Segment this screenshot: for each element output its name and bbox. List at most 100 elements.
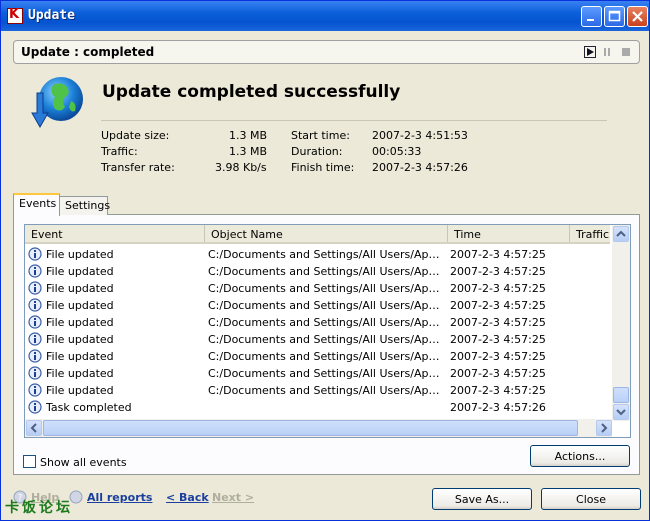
info-icon bbox=[28, 264, 42, 278]
events-list: Event Object Name Time Traffic File upda… bbox=[24, 224, 631, 438]
watermark-text: 卡饭论坛 bbox=[5, 500, 73, 516]
object-name-cell: C:/Documents and Settings/All Users/Appl… bbox=[208, 248, 446, 261]
show-all-events-checkbox[interactable] bbox=[23, 455, 36, 468]
back-link[interactable]: < Back bbox=[166, 491, 209, 504]
event-cell: File updated bbox=[46, 316, 114, 329]
time-cell: 2007-2-3 4:57:25 bbox=[450, 384, 546, 397]
column-header-object-name[interactable]: Object Name bbox=[205, 225, 448, 242]
actions-button[interactable]: Actions... bbox=[530, 445, 630, 467]
event-cell: File updated bbox=[46, 248, 114, 261]
table-row[interactable]: File updated C:/Documents and Settings/Al… bbox=[25, 365, 610, 382]
event-cell: File updated bbox=[46, 367, 114, 380]
title-bar[interactable]: K Update bbox=[1, 1, 649, 31]
table-row[interactable]: File updated C:/Documents and Settings/Al… bbox=[25, 348, 610, 365]
maximize-button[interactable] bbox=[604, 6, 625, 27]
duration-value: 00:05:33 bbox=[372, 145, 422, 158]
table-row[interactable]: File updated C:/Documents and Settings/Al… bbox=[25, 297, 610, 314]
time-cell: 2007-2-3 4:57:25 bbox=[450, 333, 546, 346]
object-name-cell: C:/Documents and Settings/All Users/Appl… bbox=[208, 316, 446, 329]
close-window-button[interactable] bbox=[627, 6, 648, 27]
traffic-label: Traffic: bbox=[101, 145, 138, 158]
info-icon bbox=[28, 383, 42, 397]
info-icon bbox=[28, 315, 42, 329]
table-row[interactable]: File updated C:/Documents and Settings/Al… bbox=[25, 331, 610, 348]
task-status-bar: Update : completed bbox=[13, 40, 640, 64]
pause-icon[interactable] bbox=[601, 46, 613, 58]
event-cell: File updated bbox=[46, 333, 114, 346]
table-row[interactable]: File updated C:/Documents and Settings/Al… bbox=[25, 382, 610, 399]
time-cell: 2007-2-3 4:57:25 bbox=[450, 265, 546, 278]
kaspersky-icon[interactable]: K bbox=[7, 7, 23, 24]
scroll-up-button[interactable] bbox=[613, 226, 629, 242]
scroll-down-button[interactable] bbox=[613, 404, 629, 420]
time-cell: 2007-2-3 4:57:26 bbox=[450, 401, 546, 414]
column-header-traffic[interactable]: Traffic bbox=[570, 225, 615, 242]
horizontal-scroll-thumb[interactable] bbox=[43, 420, 578, 436]
time-cell: 2007-2-3 4:57:25 bbox=[450, 299, 546, 312]
table-row[interactable]: File updated C:/Documents and Settings/Al… bbox=[25, 314, 610, 331]
event-cell: File updated bbox=[46, 282, 114, 295]
next-link[interactable]: Next > bbox=[212, 491, 254, 504]
minimize-button[interactable] bbox=[581, 6, 602, 27]
object-name-cell: C:/Documents and Settings/All Users/Appl… bbox=[208, 367, 446, 380]
start-time-label: Start time: bbox=[291, 129, 350, 142]
object-name-cell: C:/Documents and Settings/All Users/Appl… bbox=[208, 350, 446, 363]
table-row[interactable]: File updated C:/Documents and Settings/Al… bbox=[25, 263, 610, 280]
object-name-cell: C:/Documents and Settings/All Users/Appl… bbox=[208, 333, 446, 346]
time-cell: 2007-2-3 4:57:25 bbox=[450, 282, 546, 295]
column-header-time[interactable]: Time bbox=[448, 225, 570, 242]
stop-icon[interactable] bbox=[620, 46, 632, 58]
task-status: Update : completed bbox=[21, 45, 155, 59]
vertical-scroll-thumb[interactable] bbox=[613, 387, 629, 403]
info-icon bbox=[28, 332, 42, 346]
update-globe-icon bbox=[31, 77, 83, 129]
column-header-event[interactable]: Event bbox=[25, 225, 205, 242]
event-cell: Task completed bbox=[46, 401, 132, 414]
horizontal-scrollbar[interactable] bbox=[25, 419, 612, 437]
update-size-label: Update size: bbox=[101, 129, 170, 142]
scroll-right-button[interactable] bbox=[596, 420, 612, 436]
vertical-scrollbar[interactable] bbox=[612, 225, 630, 421]
object-name-cell: C:/Documents and Settings/All Users/Appl… bbox=[208, 265, 446, 278]
divider bbox=[101, 120, 607, 121]
time-cell: 2007-2-3 4:57:25 bbox=[450, 316, 546, 329]
time-cell: 2007-2-3 4:57:25 bbox=[450, 350, 546, 363]
time-cell: 2007-2-3 4:57:25 bbox=[450, 367, 546, 380]
event-cell: File updated bbox=[46, 350, 114, 363]
show-all-events-label[interactable]: Show all events bbox=[40, 456, 127, 469]
start-icon[interactable] bbox=[584, 46, 596, 58]
scroll-left-button[interactable] bbox=[26, 420, 42, 436]
traffic-value: 1.3 MB bbox=[229, 145, 268, 158]
table-row[interactable]: File updated C:/Documents and Settings/Al… bbox=[25, 280, 610, 297]
time-cell: 2007-2-3 4:57:25 bbox=[450, 248, 546, 261]
page-title: Update completed successfully bbox=[102, 82, 401, 102]
info-icon bbox=[28, 247, 42, 261]
close-button[interactable]: Close bbox=[541, 488, 641, 510]
table-row[interactable]: Task completed 2007-2-3 4:57:26 bbox=[25, 399, 610, 416]
tab-events[interactable]: Events bbox=[13, 193, 60, 216]
finish-time-label: Finish time: bbox=[291, 161, 355, 174]
window-title: Update bbox=[28, 8, 75, 23]
update-window: K Update Update : completed Update compl… bbox=[0, 0, 650, 521]
tab-settings[interactable]: Settings bbox=[59, 196, 110, 215]
object-name-cell: C:/Documents and Settings/All Users/Appl… bbox=[208, 384, 446, 397]
object-name-cell: C:/Documents and Settings/All Users/Appl… bbox=[208, 282, 446, 295]
event-cell: File updated bbox=[46, 299, 114, 312]
info-icon bbox=[28, 349, 42, 363]
update-size-value: 1.3 MB bbox=[229, 129, 268, 142]
all-reports-link[interactable]: All reports bbox=[87, 491, 152, 504]
transfer-rate-label: Transfer rate: bbox=[101, 161, 175, 174]
save-as-button[interactable]: Save As... bbox=[432, 488, 532, 510]
info-icon bbox=[28, 281, 42, 295]
info-icon bbox=[28, 298, 42, 312]
transfer-rate-value: 3.98 Kb/s bbox=[215, 161, 267, 174]
info-icon bbox=[28, 366, 42, 380]
object-name-cell: C:/Documents and Settings/All Users/Appl… bbox=[208, 299, 446, 312]
info-icon bbox=[28, 400, 42, 414]
finish-time-value: 2007-2-3 4:57:26 bbox=[372, 161, 468, 174]
list-header: Event Object Name Time Traffic bbox=[25, 225, 610, 244]
start-time-value: 2007-2-3 4:51:53 bbox=[372, 129, 468, 142]
event-cell: File updated bbox=[46, 384, 114, 397]
event-cell: File updated bbox=[46, 265, 114, 278]
table-row[interactable]: File updated C:/Documents and Settings/Al… bbox=[25, 246, 610, 263]
